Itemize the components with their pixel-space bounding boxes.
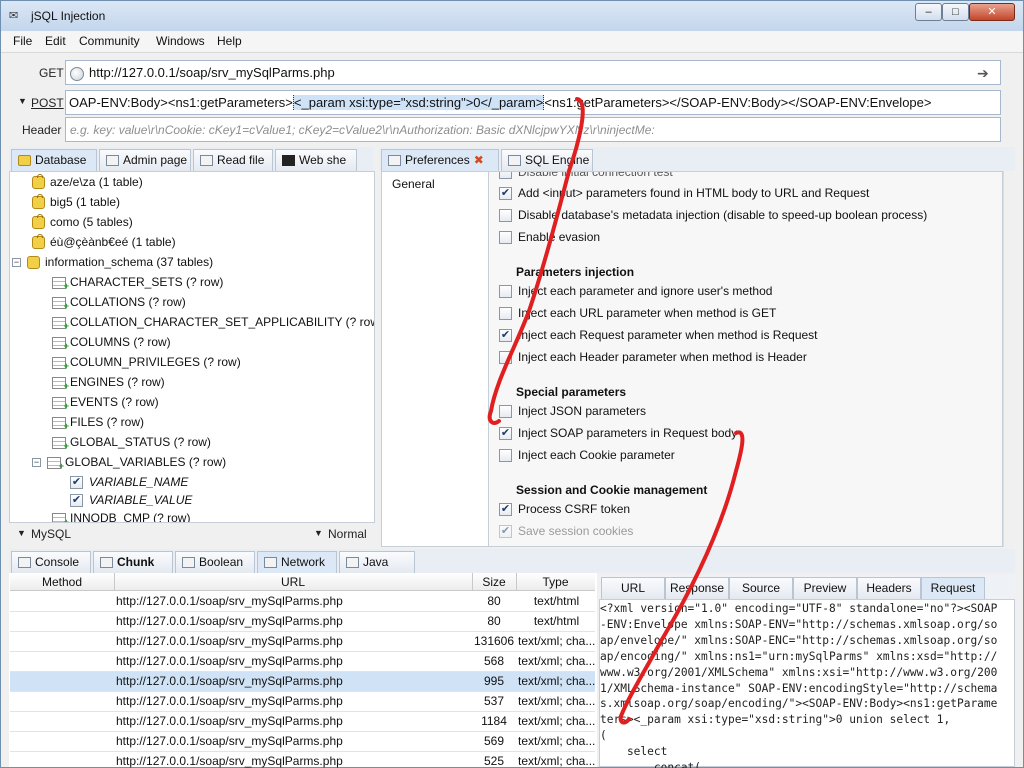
app-window: ✉ jSQL Injection – □ ✕ File Edit Communi… (0, 0, 1024, 768)
annotation-overlay (487, 97, 745, 725)
annotation-stroke-lower (618, 430, 745, 725)
annotation-stroke-upper (487, 97, 585, 425)
